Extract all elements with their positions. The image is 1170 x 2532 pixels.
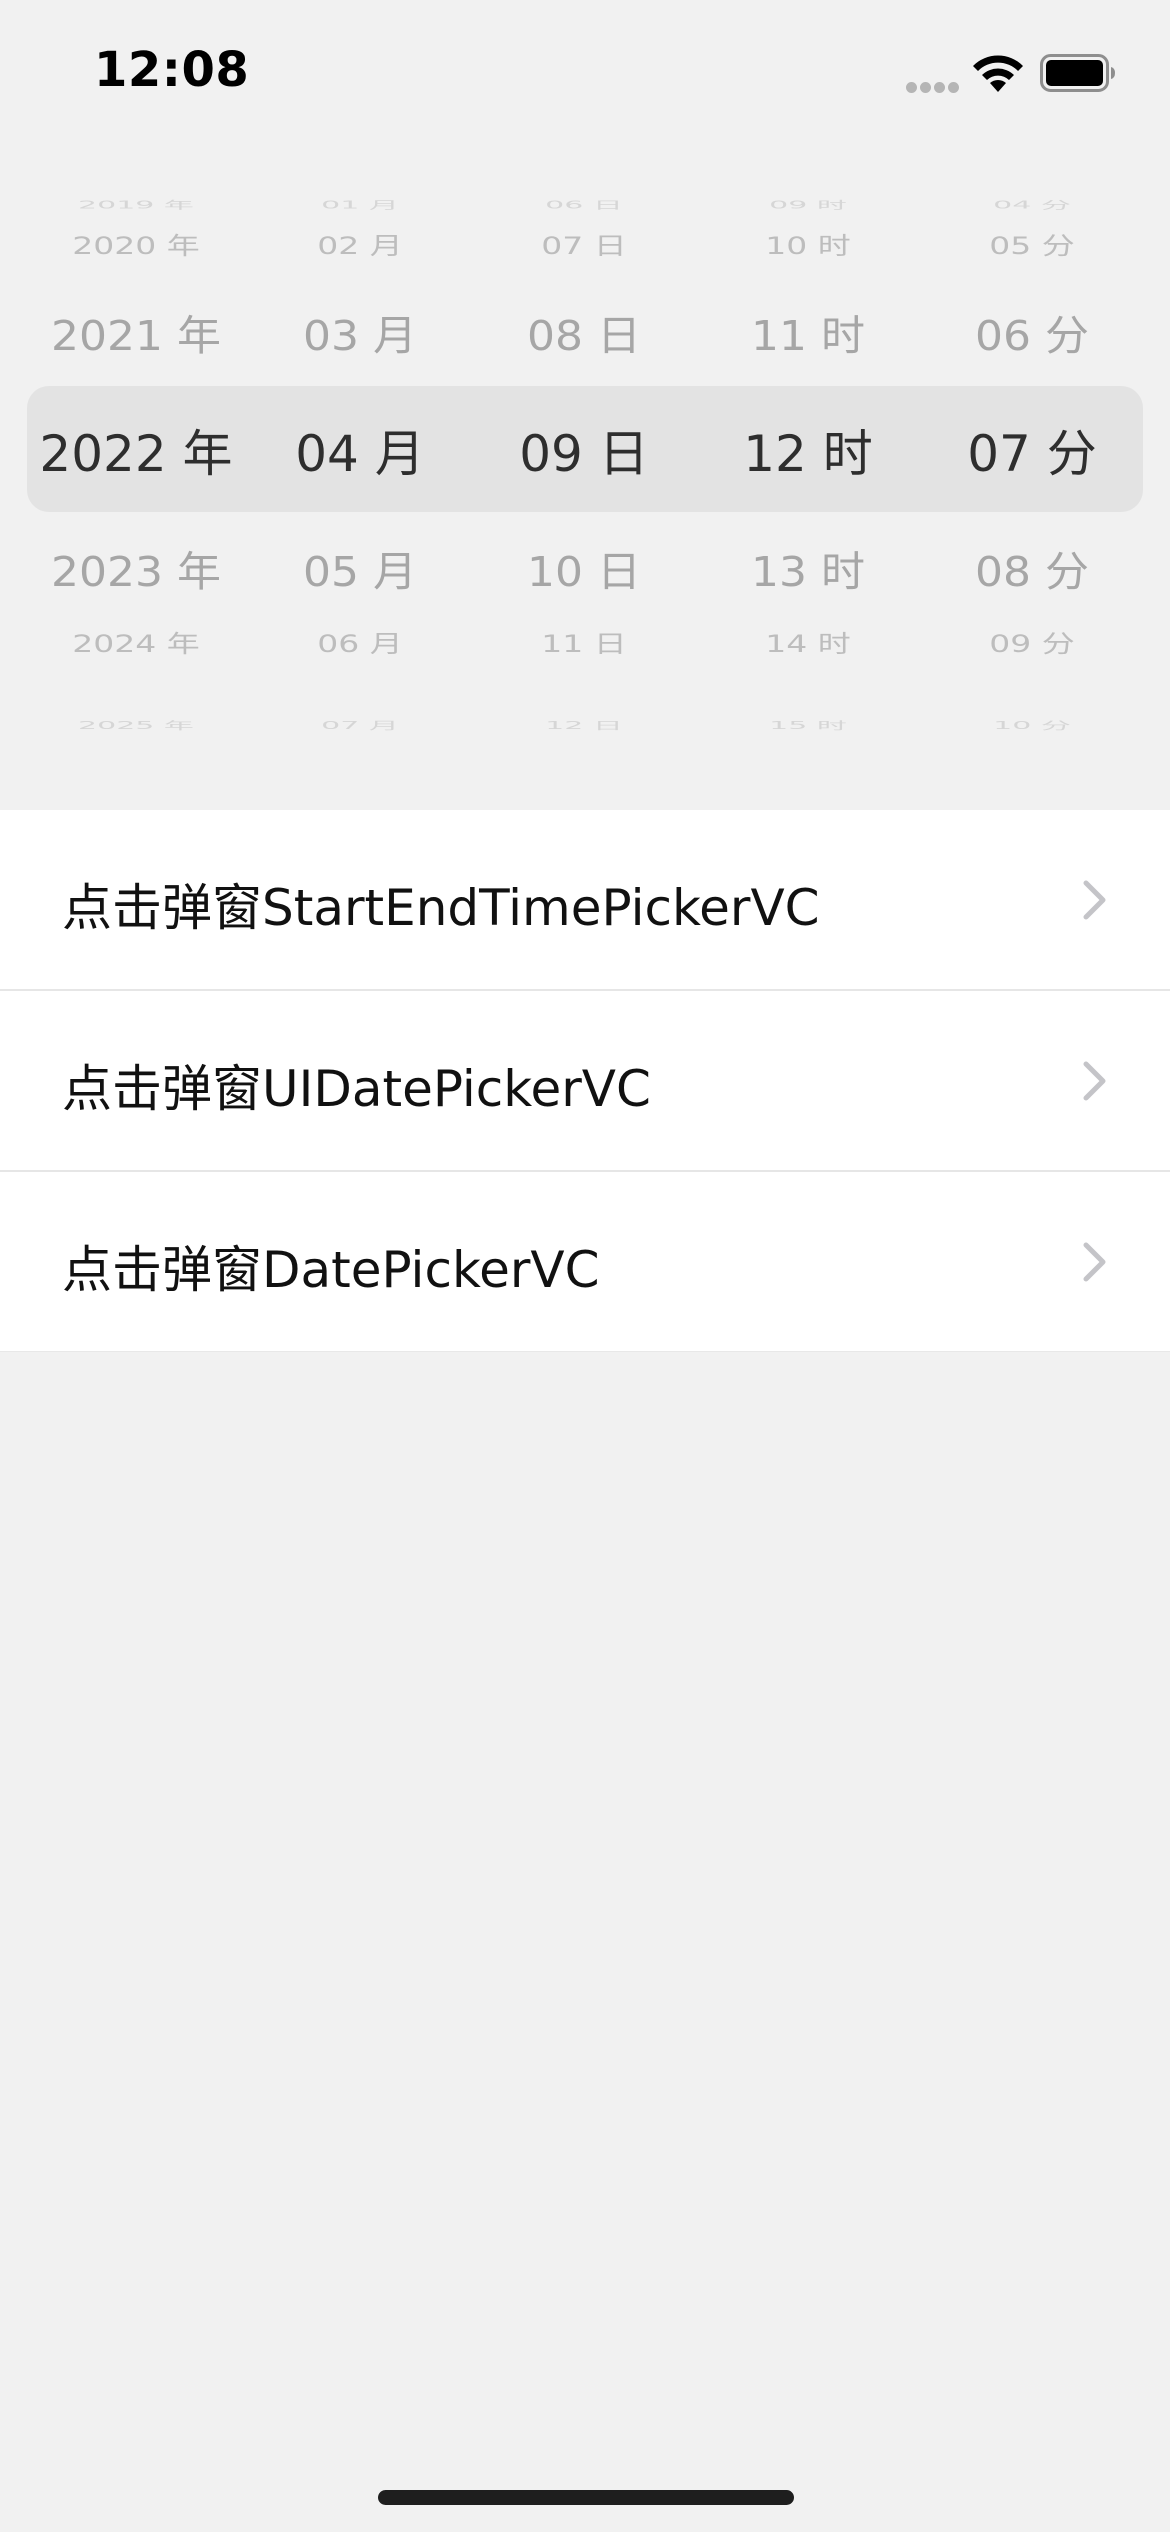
chevron-right-icon xyxy=(1083,1061,1106,1101)
picker-cell[interactable]: 02 月 xyxy=(250,227,470,262)
picker-cell[interactable]: 2023 年 xyxy=(26,538,246,598)
menu-item-date-picker[interactable]: 点击弹窗DatePickerVC xyxy=(0,1172,1170,1352)
picker-cell[interactable]: 11 时 xyxy=(698,302,918,362)
menu-item-label: 点击弹窗StartEndTimePickerVC xyxy=(62,879,820,937)
date-time-picker[interactable]: 2019 年 2020 年 2021 年 2022 年 2023 年 2024 … xyxy=(0,190,1170,732)
picker-cell-selected[interactable]: 07 分 xyxy=(922,414,1142,486)
picker-cell[interactable]: 12 日 xyxy=(474,717,694,732)
picker-cell[interactable]: 07 月 xyxy=(250,717,470,732)
wifi-icon xyxy=(973,55,1023,92)
picker-cell-selected[interactable]: 12 时 xyxy=(698,414,918,486)
picker-cell[interactable]: 2019 年 xyxy=(26,196,246,211)
picker-cell[interactable]: 01 月 xyxy=(250,196,470,211)
picker-cell[interactable]: 09 时 xyxy=(698,196,918,211)
picker-cell[interactable]: 05 月 xyxy=(250,538,470,598)
cellular-signal-icon xyxy=(906,82,960,94)
picker-cell[interactable]: 05 分 xyxy=(922,227,1142,262)
menu-item-label: 点击弹窗UIDatePickerVC xyxy=(62,1060,651,1118)
picker-cell[interactable]: 2024 年 xyxy=(26,625,246,660)
picker-cell[interactable]: 03 月 xyxy=(250,302,470,362)
menu-item-start-end-time-picker[interactable]: 点击弹窗StartEndTimePickerVC xyxy=(0,810,1170,991)
picker-column-day[interactable]: 06 日 07 日 08 日 09 日 10 日 11 日 12 日 xyxy=(474,190,694,732)
menu-item-ui-date-picker[interactable]: 点击弹窗UIDatePickerVC xyxy=(0,991,1170,1172)
picker-column-minute[interactable]: 04 分 05 分 06 分 07 分 08 分 09 分 10 分 xyxy=(922,190,1142,732)
picker-cell-selected[interactable]: 2022 年 xyxy=(26,414,246,486)
picker-cell[interactable]: 08 日 xyxy=(474,302,694,362)
picker-cell[interactable]: 13 时 xyxy=(698,538,918,598)
picker-cell[interactable]: 10 日 xyxy=(474,538,694,598)
picker-cell[interactable]: 10 分 xyxy=(922,717,1142,732)
menu-item-label: 点击弹窗DatePickerVC xyxy=(62,1241,600,1299)
picker-cell[interactable]: 09 分 xyxy=(922,625,1142,660)
picker-cell[interactable]: 04 分 xyxy=(922,196,1142,211)
picker-cell[interactable]: 14 时 xyxy=(698,625,918,660)
picker-cell-selected[interactable]: 09 日 xyxy=(474,414,694,486)
battery-icon xyxy=(1040,54,1115,92)
chevron-right-icon xyxy=(1083,880,1106,920)
picker-cell[interactable]: 10 时 xyxy=(698,227,918,262)
picker-cell[interactable]: 15 时 xyxy=(698,717,918,732)
picker-cell[interactable]: 06 日 xyxy=(474,196,694,211)
picker-column-hour[interactable]: 09 时 10 时 11 时 12 时 13 时 14 时 15 时 xyxy=(698,190,918,732)
home-indicator[interactable] xyxy=(378,2490,794,2505)
picker-cell[interactable]: 06 分 xyxy=(922,302,1142,362)
picker-column-year[interactable]: 2019 年 2020 年 2021 年 2022 年 2023 年 2024 … xyxy=(26,190,246,732)
picker-column-month[interactable]: 01 月 02 月 03 月 04 月 05 月 06 月 07 月 xyxy=(250,190,470,732)
picker-cell[interactable]: 2021 年 xyxy=(26,302,246,362)
picker-cell-selected[interactable]: 04 月 xyxy=(250,414,470,486)
picker-cell[interactable]: 11 日 xyxy=(474,625,694,660)
picker-cell[interactable]: 2025 年 xyxy=(26,717,246,732)
status-time: 12:08 xyxy=(94,42,250,98)
picker-cell[interactable]: 2020 年 xyxy=(26,227,246,262)
chevron-right-icon xyxy=(1083,1242,1106,1282)
status-bar: 12:08 xyxy=(0,0,1170,150)
picker-cell[interactable]: 07 日 xyxy=(474,227,694,262)
menu-list: 点击弹窗StartEndTimePickerVC 点击弹窗UIDatePicke… xyxy=(0,810,1170,1352)
picker-cell[interactable]: 08 分 xyxy=(922,538,1142,598)
picker-cell[interactable]: 06 月 xyxy=(250,625,470,660)
